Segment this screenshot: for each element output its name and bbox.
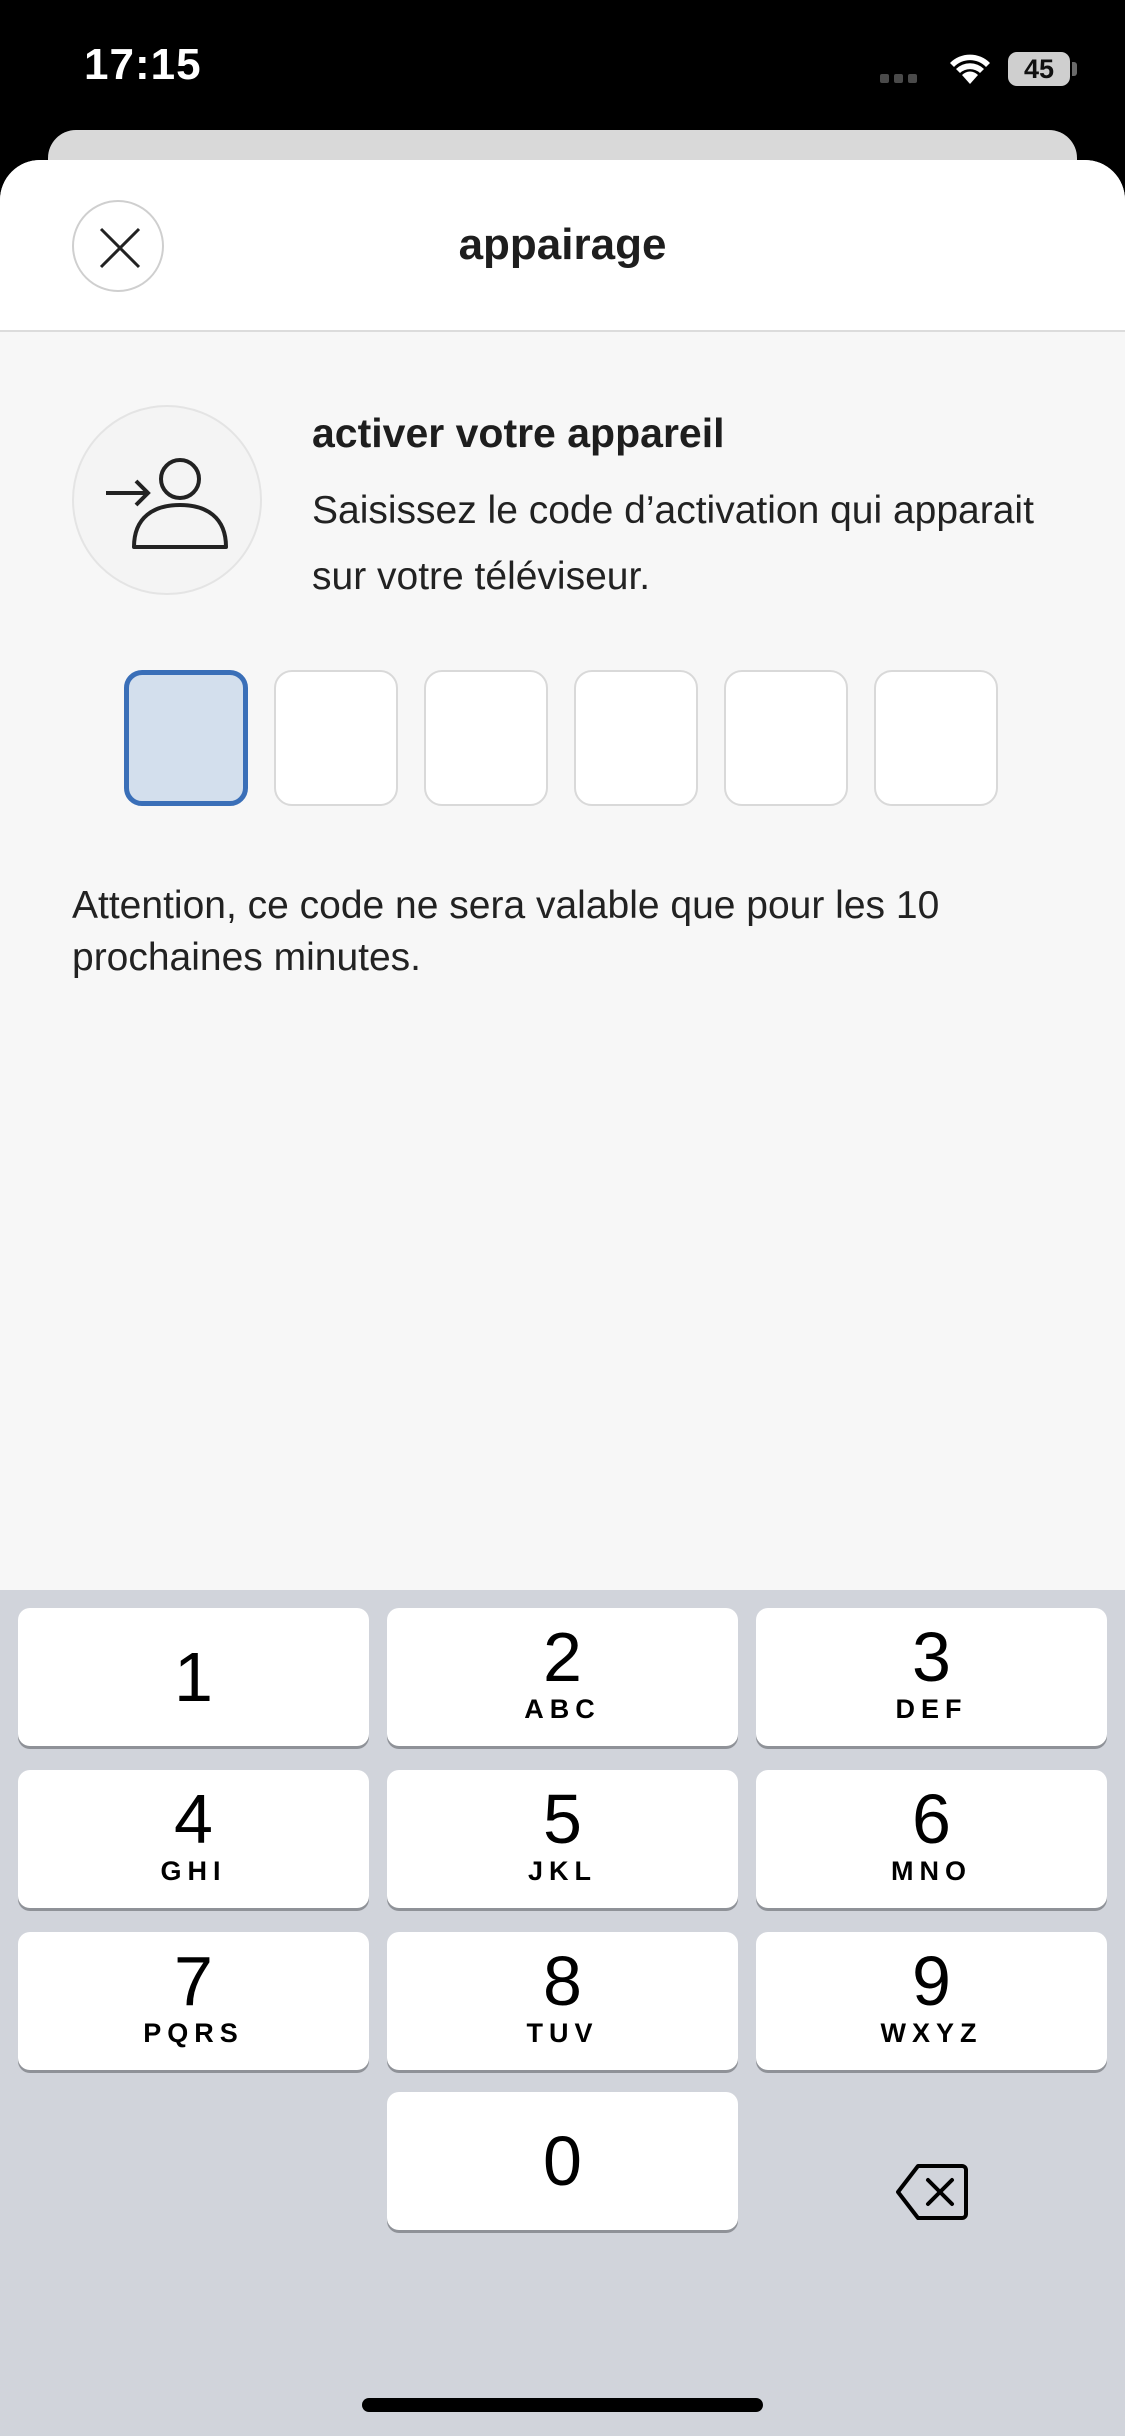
key-number: 0 bbox=[543, 2122, 582, 2200]
key-number: 9 bbox=[912, 1942, 951, 2020]
code-digit-1[interactable] bbox=[124, 670, 248, 806]
user-login-icon bbox=[106, 458, 228, 549]
page-title: appairage bbox=[458, 220, 667, 269]
code-digit-6[interactable] bbox=[874, 670, 998, 806]
code-digit-4[interactable] bbox=[574, 670, 698, 806]
delete-key[interactable] bbox=[756, 2122, 1107, 2260]
activation-title: activer votre appareil bbox=[312, 410, 725, 456]
key-number: 6 bbox=[912, 1780, 951, 1858]
key-letters: GHI bbox=[160, 1856, 227, 1886]
activation-avatar bbox=[72, 405, 262, 595]
key-letters: ABC bbox=[524, 1694, 601, 1724]
key-number: 4 bbox=[174, 1780, 213, 1858]
key-5[interactable]: 5 JKL bbox=[387, 1770, 738, 1908]
home-indicator[interactable] bbox=[362, 2398, 763, 2412]
battery-cap bbox=[1072, 62, 1077, 76]
code-digit-3[interactable] bbox=[424, 670, 548, 806]
key-0[interactable]: 0 bbox=[387, 2092, 738, 2230]
key-letters: JKL bbox=[527, 1856, 597, 1886]
wifi-icon bbox=[950, 54, 990, 84]
expiry-warning: Attention, ce code ne sera valable que p… bbox=[72, 884, 940, 979]
numeric-keyboard: 1 2 ABC 3 DEF 4 GHI 5 JKL 6 MNO 7 PQRS 8… bbox=[0, 1590, 1125, 2436]
key-1[interactable]: 1 bbox=[18, 1608, 369, 1746]
code-digit-2[interactable] bbox=[274, 670, 398, 806]
code-digit-5[interactable] bbox=[724, 670, 848, 806]
key-2[interactable]: 2 ABC bbox=[387, 1608, 738, 1746]
key-number: 3 bbox=[912, 1618, 951, 1696]
key-letters: DEF bbox=[895, 1694, 968, 1724]
key-7[interactable]: 7 PQRS bbox=[18, 1932, 369, 2070]
battery-icon: 45 bbox=[1008, 52, 1070, 86]
key-letters: WXYZ bbox=[880, 2018, 983, 2048]
key-number: 8 bbox=[543, 1942, 582, 2020]
backspace-icon bbox=[896, 2164, 968, 2220]
activation-description: Saisissez le code d’activation qui appar… bbox=[312, 489, 1034, 598]
key-number: 7 bbox=[174, 1942, 213, 2020]
key-9[interactable]: 9 WXYZ bbox=[756, 1932, 1107, 2070]
key-number: 5 bbox=[543, 1780, 582, 1858]
key-4[interactable]: 4 GHI bbox=[18, 1770, 369, 1908]
sheet-header: appairage bbox=[0, 160, 1125, 332]
pairing-sheet: appairage activer votre appareil Saisiss… bbox=[0, 160, 1125, 1590]
key-letters: PQRS bbox=[143, 2018, 244, 2048]
key-number: 2 bbox=[543, 1618, 582, 1696]
key-8[interactable]: 8 TUV bbox=[387, 1932, 738, 2070]
cellular-signal-icon bbox=[880, 74, 932, 84]
status-bar: 17:15 45 bbox=[0, 0, 1125, 140]
key-3[interactable]: 3 DEF bbox=[756, 1608, 1107, 1746]
battery-level: 45 bbox=[1023, 54, 1055, 84]
activation-code-input[interactable] bbox=[124, 670, 1004, 810]
key-6[interactable]: 6 MNO bbox=[756, 1770, 1107, 1908]
status-time: 17:15 bbox=[84, 40, 202, 89]
key-letters: MNO bbox=[891, 1856, 972, 1886]
key-letters: TUV bbox=[526, 2018, 599, 2048]
key-number: 1 bbox=[174, 1638, 213, 1716]
